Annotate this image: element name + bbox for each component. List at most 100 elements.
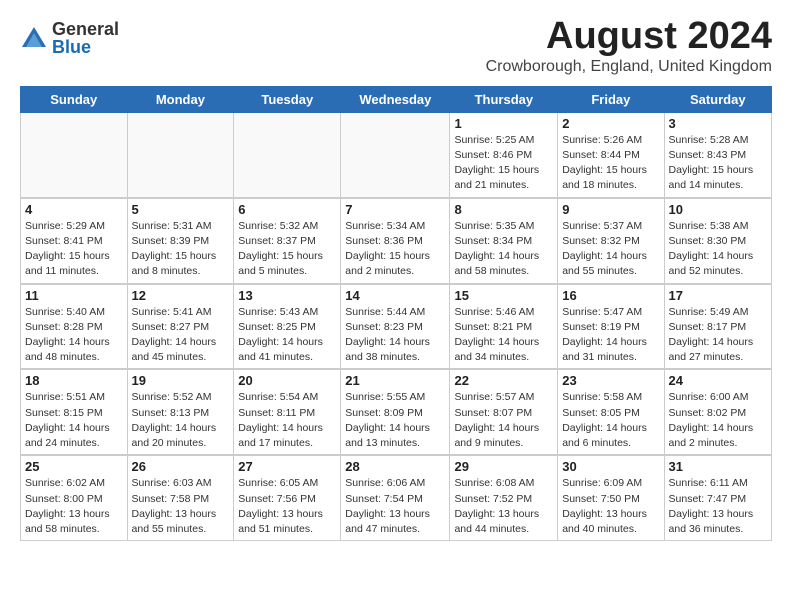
day-number: 14 <box>345 288 445 303</box>
day-info: Sunrise: 6:03 AM Sunset: 7:58 PM Dayligh… <box>132 476 230 537</box>
calendar-body: 1 Sunrise: 5:25 AM Sunset: 8:46 PM Daylig… <box>21 112 772 540</box>
calendar-day-cell: 29 Sunrise: 6:08 AM Sunset: 7:52 PM Dayli… <box>450 455 558 540</box>
day-info: Sunrise: 5:52 AM Sunset: 8:13 PM Dayligh… <box>132 390 230 451</box>
calendar-day-cell: 26 Sunrise: 6:03 AM Sunset: 7:58 PM Dayli… <box>127 455 234 540</box>
calendar-day-cell: 4 Sunrise: 5:29 AM Sunset: 8:41 PM Daylig… <box>21 198 128 284</box>
day-of-week-header: Monday <box>127 86 234 112</box>
calendar-day-cell: 8Sunrise: 5:35 AM Sunset: 8:34 PM Daylig… <box>450 198 558 284</box>
calendar-day-cell: 16 Sunrise: 5:47 AM Sunset: 8:19 PM Dayli… <box>558 284 664 370</box>
calendar-day-cell: 15 Sunrise: 5:46 AM Sunset: 8:21 PM Dayli… <box>450 284 558 370</box>
day-info: Sunrise: 5:58 AM Sunset: 8:05 PM Dayligh… <box>562 390 659 451</box>
day-number: 4 <box>25 202 123 217</box>
day-number: 1 <box>454 116 553 131</box>
calendar-day-cell: 28Sunrise: 6:06 AM Sunset: 7:54 PM Dayli… <box>341 455 450 540</box>
calendar-day-cell: 12Sunrise: 5:41 AM Sunset: 8:27 PM Dayli… <box>127 284 234 370</box>
calendar-day-cell: 19 Sunrise: 5:52 AM Sunset: 8:13 PM Dayli… <box>127 369 234 455</box>
calendar-day-cell: 13 Sunrise: 5:43 AM Sunset: 8:25 PM Dayli… <box>234 284 341 370</box>
calendar-day-cell: 21 Sunrise: 5:55 AM Sunset: 8:09 PM Dayli… <box>341 369 450 455</box>
day-number: 29 <box>454 459 553 474</box>
day-info: Sunrise: 6:05 AM Sunset: 7:56 PM Dayligh… <box>238 476 336 537</box>
day-of-week-header: Sunday <box>21 86 128 112</box>
logo: General Blue <box>20 20 119 56</box>
day-of-week-header: Wednesday <box>341 86 450 112</box>
day-of-week-header: Saturday <box>664 86 771 112</box>
calendar-day-cell: 7Sunrise: 5:34 AM Sunset: 8:36 PM Daylig… <box>341 198 450 284</box>
calendar-day-cell: 23 Sunrise: 5:58 AM Sunset: 8:05 PM Dayli… <box>558 369 664 455</box>
calendar-day-cell: 27 Sunrise: 6:05 AM Sunset: 7:56 PM Dayli… <box>234 455 341 540</box>
calendar-day-cell <box>234 112 341 197</box>
day-info: Sunrise: 5:46 AM Sunset: 8:21 PM Dayligh… <box>454 305 553 366</box>
day-info: Sunrise: 5:25 AM Sunset: 8:46 PM Dayligh… <box>454 133 553 194</box>
day-info: Sunrise: 5:28 AM Sunset: 8:43 PM Dayligh… <box>669 133 767 194</box>
day-number: 21 <box>345 373 445 388</box>
day-info: Sunrise: 5:29 AM Sunset: 8:41 PM Dayligh… <box>25 219 123 280</box>
calendar-day-cell <box>341 112 450 197</box>
calendar-day-cell: 10Sunrise: 5:38 AM Sunset: 8:30 PM Dayli… <box>664 198 771 284</box>
calendar-day-cell: 5 Sunrise: 5:31 AM Sunset: 8:39 PM Daylig… <box>127 198 234 284</box>
day-of-week-header: Thursday <box>450 86 558 112</box>
day-number: 5 <box>132 202 230 217</box>
day-info: Sunrise: 5:26 AM Sunset: 8:44 PM Dayligh… <box>562 133 659 194</box>
day-number: 11 <box>25 288 123 303</box>
day-number: 2 <box>562 116 659 131</box>
day-info: Sunrise: 5:57 AM Sunset: 8:07 PM Dayligh… <box>454 390 553 451</box>
calendar-day-cell: 30Sunrise: 6:09 AM Sunset: 7:50 PM Dayli… <box>558 455 664 540</box>
title-block: August 2024 Crowborough, England, United… <box>486 16 772 76</box>
calendar-week-row: 1 Sunrise: 5:25 AM Sunset: 8:46 PM Daylig… <box>21 112 772 197</box>
day-number: 13 <box>238 288 336 303</box>
day-info: Sunrise: 5:55 AM Sunset: 8:09 PM Dayligh… <box>345 390 445 451</box>
calendar-day-cell: 22Sunrise: 5:57 AM Sunset: 8:07 PM Dayli… <box>450 369 558 455</box>
calendar-week-row: 4 Sunrise: 5:29 AM Sunset: 8:41 PM Daylig… <box>21 198 772 284</box>
calendar-day-cell: 17Sunrise: 5:49 AM Sunset: 8:17 PM Dayli… <box>664 284 771 370</box>
day-number: 7 <box>345 202 445 217</box>
day-info: Sunrise: 5:54 AM Sunset: 8:11 PM Dayligh… <box>238 390 336 451</box>
calendar-week-row: 11 Sunrise: 5:40 AM Sunset: 8:28 PM Dayli… <box>21 284 772 370</box>
calendar-day-cell: 1 Sunrise: 5:25 AM Sunset: 8:46 PM Daylig… <box>450 112 558 197</box>
day-number: 9 <box>562 202 659 217</box>
day-number: 24 <box>669 373 767 388</box>
calendar-day-cell <box>21 112 128 197</box>
day-number: 27 <box>238 459 336 474</box>
day-number: 18 <box>25 373 123 388</box>
logo-blue-text: Blue <box>52 38 119 56</box>
day-info: Sunrise: 5:38 AM Sunset: 8:30 PM Dayligh… <box>669 219 767 280</box>
day-info: Sunrise: 5:44 AM Sunset: 8:23 PM Dayligh… <box>345 305 445 366</box>
day-number: 19 <box>132 373 230 388</box>
day-info: Sunrise: 5:43 AM Sunset: 8:25 PM Dayligh… <box>238 305 336 366</box>
calendar-day-cell: 31Sunrise: 6:11 AM Sunset: 7:47 PM Dayli… <box>664 455 771 540</box>
calendar-day-cell: 11 Sunrise: 5:40 AM Sunset: 8:28 PM Dayli… <box>21 284 128 370</box>
day-number: 30 <box>562 459 659 474</box>
page: General Blue August 2024 Crowborough, En… <box>0 0 792 551</box>
day-number: 20 <box>238 373 336 388</box>
calendar-header: SundayMondayTuesdayWednesdayThursdayFrid… <box>21 86 772 112</box>
calendar-day-cell: 20 Sunrise: 5:54 AM Sunset: 8:11 PM Dayli… <box>234 369 341 455</box>
day-of-week-header: Tuesday <box>234 86 341 112</box>
day-number: 28 <box>345 459 445 474</box>
month-title: August 2024 <box>486 16 772 58</box>
day-number: 31 <box>669 459 767 474</box>
day-info: Sunrise: 6:00 AM Sunset: 8:02 PM Dayligh… <box>669 390 767 451</box>
day-info: Sunrise: 5:40 AM Sunset: 8:28 PM Dayligh… <box>25 305 123 366</box>
day-number: 16 <box>562 288 659 303</box>
calendar-day-cell: 9 Sunrise: 5:37 AM Sunset: 8:32 PM Daylig… <box>558 198 664 284</box>
location: Crowborough, England, United Kingdom <box>486 58 772 76</box>
day-info: Sunrise: 5:47 AM Sunset: 8:19 PM Dayligh… <box>562 305 659 366</box>
day-info: Sunrise: 5:35 AM Sunset: 8:34 PM Dayligh… <box>454 219 553 280</box>
day-number: 17 <box>669 288 767 303</box>
header: General Blue August 2024 Crowborough, En… <box>20 16 772 76</box>
day-number: 15 <box>454 288 553 303</box>
day-info: Sunrise: 5:37 AM Sunset: 8:32 PM Dayligh… <box>562 219 659 280</box>
calendar-day-cell <box>127 112 234 197</box>
day-info: Sunrise: 5:31 AM Sunset: 8:39 PM Dayligh… <box>132 219 230 280</box>
day-info: Sunrise: 5:41 AM Sunset: 8:27 PM Dayligh… <box>132 305 230 366</box>
day-number: 6 <box>238 202 336 217</box>
day-number: 26 <box>132 459 230 474</box>
calendar-day-cell: 14 Sunrise: 5:44 AM Sunset: 8:23 PM Dayli… <box>341 284 450 370</box>
day-info: Sunrise: 6:08 AM Sunset: 7:52 PM Dayligh… <box>454 476 553 537</box>
calendar-day-cell: 3 Sunrise: 5:28 AM Sunset: 8:43 PM Daylig… <box>664 112 771 197</box>
day-number: 23 <box>562 373 659 388</box>
header-row: SundayMondayTuesdayWednesdayThursdayFrid… <box>21 86 772 112</box>
calendar-day-cell: 24 Sunrise: 6:00 AM Sunset: 8:02 PM Dayli… <box>664 369 771 455</box>
day-number: 3 <box>669 116 767 131</box>
calendar-day-cell: 25Sunrise: 6:02 AM Sunset: 8:00 PM Dayli… <box>21 455 128 540</box>
